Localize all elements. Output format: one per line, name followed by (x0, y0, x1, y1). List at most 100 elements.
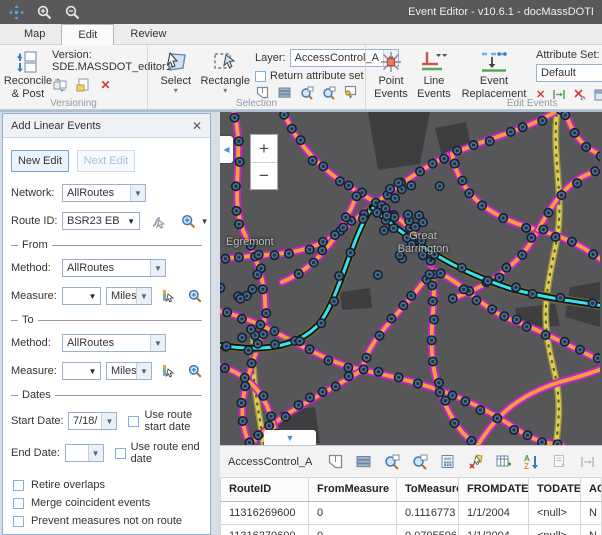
table-zoom-to-selection-icon[interactable] (383, 453, 400, 470)
table-column-header[interactable]: FromMeasure (309, 478, 397, 501)
use-route-start-date-label: Use route start date (144, 409, 202, 433)
table-column-header[interactable]: FROMDATE (459, 478, 529, 501)
end-date-label: End Date: (11, 447, 60, 459)
edit-events-group-label: Edit Events (450, 98, 602, 109)
table-show-selected-icon[interactable] (355, 453, 372, 470)
table-sort-icon[interactable]: AZ (523, 453, 540, 470)
route-id-select[interactable]: BSR23 EB ▼ (62, 212, 140, 230)
start-date-label: Start Date: (11, 415, 63, 427)
merge-coincident-events-checkbox[interactable] (13, 498, 24, 509)
table-calculate-icon[interactable] (439, 453, 456, 470)
start-date-input[interactable]: 7/18/ ▼ (68, 412, 117, 430)
table-split-event-icon[interactable] (579, 453, 596, 470)
to-method-value: AllRoutes (63, 337, 150, 349)
to-method-select[interactable]: AllRoutes ▼ (62, 334, 166, 352)
zoom-route-dropdown-icon[interactable]: ▼ (201, 217, 209, 226)
use-route-end-date-label: Use route end date (131, 441, 202, 465)
table-cell: 1/1/2004 (459, 524, 529, 535)
main-area: Add Linear Events ✕ New Edit Next Edit N… (0, 110, 602, 535)
tab-map[interactable]: Map (8, 24, 61, 44)
table-column-header[interactable]: RouteID (221, 478, 309, 501)
reconcile-post-button[interactable]: Reconcile & Post (4, 47, 52, 102)
collapse-panel-left-button[interactable]: ◀ (220, 136, 233, 163)
end-date-input[interactable]: ▼ (65, 444, 104, 462)
network-caret-icon: ▼ (130, 185, 145, 201)
table-cell: N (581, 524, 602, 535)
from-measure-label: Measure: (11, 290, 57, 302)
table-cell: 1/1/2004 (459, 501, 529, 524)
tab-review[interactable]: Review (114, 24, 182, 44)
zoom-to-route-icon[interactable] (181, 214, 196, 229)
attribute-set-value: Default (537, 67, 602, 79)
map-zoom-out-button[interactable]: − (251, 162, 277, 189)
attribute-set-select[interactable]: Default (536, 64, 602, 82)
use-route-end-date-checkbox[interactable] (115, 448, 126, 459)
point-events-icon (379, 49, 403, 75)
select-dropdown-icon[interactable]: ▾ (174, 88, 178, 94)
table-cell: N (581, 501, 602, 524)
collapse-table-button[interactable]: ▼ (264, 430, 316, 445)
from-zoom-icon[interactable] (188, 289, 202, 304)
change-version-icon[interactable] (52, 77, 67, 92)
use-route-start-date-checkbox[interactable] (128, 416, 139, 427)
table-add-records-icon[interactable] (495, 453, 512, 470)
pan-icon[interactable] (8, 4, 24, 20)
close-panel-icon[interactable]: ✕ (192, 119, 202, 133)
rectangle-dropdown-icon[interactable]: ▾ (223, 88, 227, 94)
from-method-caret-icon: ▼ (150, 260, 165, 276)
map-zoom-in-button[interactable]: + (251, 135, 277, 162)
table-row[interactable]: 1131626960000.11167731/1/2004<null>N (221, 501, 602, 524)
select-route-on-map-icon[interactable] (151, 214, 166, 229)
table-row[interactable]: 1131627060000.07955961/1/2004<null>N (221, 524, 602, 535)
network-value: AllRoutes (63, 187, 130, 199)
tab-edit[interactable]: Edit (61, 24, 114, 45)
zoom-in-icon[interactable] (36, 4, 52, 20)
table-column-header[interactable]: TODATE (529, 478, 581, 501)
ribbon: Reconcile & Post Version: SDE.MASSDOT_ed… (0, 45, 602, 110)
to-measure-on-map-icon[interactable] (161, 364, 175, 379)
new-edit-button[interactable]: New Edit (11, 150, 69, 172)
table-report-icon[interactable] (551, 453, 568, 470)
to-method-label: Method: (11, 337, 57, 349)
return-attribute-set-checkbox[interactable] (255, 71, 266, 82)
group-edit-events: Point Events Line Events (365, 45, 602, 109)
to-measure-label: Measure: (11, 365, 57, 377)
versioning-group-label: Versioning (0, 98, 147, 109)
svg-text:Z: Z (524, 462, 529, 470)
to-unit-select[interactable]: Miles ▼ (106, 362, 152, 380)
rectangle-button[interactable]: Rectangle ▾ (199, 47, 251, 96)
table-column-header[interactable]: AC (581, 478, 602, 501)
from-measure-input[interactable]: ▼ (62, 287, 101, 305)
to-unit-caret-icon: ▼ (136, 363, 151, 379)
table-cell: 0 (309, 501, 397, 524)
table-column-header[interactable]: ToMeasure (397, 478, 459, 501)
from-method-select[interactable]: AllRoutes ▼ (62, 259, 166, 277)
attribute-table-panel: AccessControl_A (220, 445, 602, 535)
delete-version-icon[interactable]: ✕ (98, 77, 113, 92)
from-unit-select[interactable]: Miles ▼ (106, 287, 152, 305)
table-pan-to-selection-icon[interactable] (411, 453, 428, 470)
from-measure-on-map-icon[interactable] (161, 289, 175, 304)
event-replacement-button[interactable]: Event Replacement (456, 47, 532, 102)
next-edit-button[interactable]: Next Edit (77, 150, 135, 172)
new-version-icon[interactable] (75, 77, 90, 92)
event-replacement-label: Event Replacement (457, 75, 531, 100)
line-events-button[interactable]: Line Events (412, 47, 456, 102)
select-button[interactable]: Select ▾ (152, 47, 199, 96)
point-events-button[interactable]: Point Events (370, 47, 412, 102)
table-cell: <null> (529, 501, 581, 524)
reconcile-post-label: Reconcile & Post (4, 75, 52, 100)
map-view[interactable]: Egremont Great Barrington ◀ + − ▼ (220, 112, 602, 445)
to-zoom-icon[interactable] (188, 364, 202, 379)
prevent-measures-checkbox[interactable] (13, 516, 24, 527)
table-cell: 0 (309, 524, 397, 535)
table-select-polygon-icon[interactable] (327, 453, 344, 470)
zoom-out-icon[interactable] (64, 4, 80, 20)
route-id-value: BSR23 EB (63, 215, 124, 227)
network-select[interactable]: AllRoutes ▼ (62, 184, 146, 202)
event-replacement-icon (479, 49, 509, 75)
to-measure-input[interactable]: ▼ (62, 362, 101, 380)
to-legend: To (18, 314, 38, 326)
retire-overlaps-checkbox[interactable] (13, 480, 24, 491)
table-unselect-icon[interactable] (467, 453, 484, 470)
